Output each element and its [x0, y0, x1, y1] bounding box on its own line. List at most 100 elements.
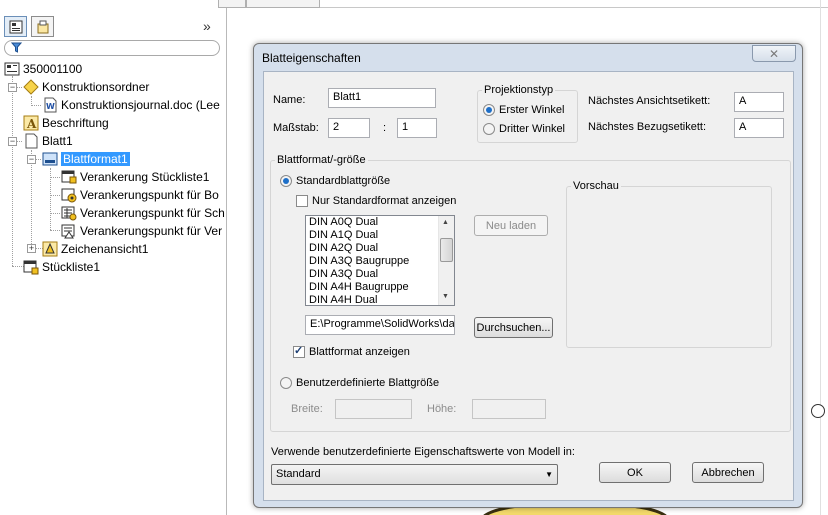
- filter-input[interactable]: [4, 40, 220, 56]
- property-manager-icon: [37, 20, 48, 33]
- name-input[interactable]: Blatt1: [328, 88, 436, 108]
- next-datum-input[interactable]: A: [734, 118, 784, 138]
- list-item[interactable]: DIN A3Q Dual: [306, 268, 454, 281]
- projection-group: [477, 90, 578, 143]
- filter-icon: [11, 42, 22, 53]
- standard-size-radio[interactable]: [280, 175, 292, 187]
- custom-props-dropdown[interactable]: Standard ▼: [271, 464, 558, 485]
- tree-item-label: Blatt1: [42, 133, 73, 148]
- tree-item-anchor[interactable]: Verankerung Stückliste1: [61, 168, 209, 185]
- tree-item-label: Stückliste1: [42, 259, 101, 274]
- list-item[interactable]: DIN A2Q Dual: [306, 242, 454, 255]
- expand-toggle[interactable]: +: [27, 244, 36, 253]
- anchor-icon: [61, 206, 77, 220]
- svg-text:A: A: [26, 117, 37, 131]
- tree-item-label: Verankerung Stückliste1: [80, 169, 210, 184]
- tree-item-anchor[interactable]: Verankerungspunkt für Ver: [61, 222, 222, 239]
- sheet-icon: [25, 133, 38, 148]
- list-item[interactable]: DIN A4H Baugruppe: [306, 281, 454, 294]
- scale-numerator-input[interactable]: 2: [328, 118, 370, 138]
- list-item[interactable]: DIN A0Q Dual: [306, 216, 454, 229]
- tree-item-label: Verankerungspunkt für Ver: [80, 223, 223, 238]
- annotation-icon: A: [23, 115, 39, 131]
- sketch-point-marker: [811, 404, 825, 418]
- scroll-down-icon[interactable]: ▼: [442, 293, 449, 300]
- reload-button[interactable]: Neu laden: [474, 215, 548, 236]
- first-angle-radio[interactable]: [483, 104, 495, 116]
- word-document-icon: W: [44, 97, 57, 112]
- name-label: Name:: [273, 94, 306, 106]
- tree-item-label: Konstruktionsordner: [42, 79, 150, 94]
- format-path-input[interactable]: E:\Programme\SolidWorks\da: [305, 315, 455, 335]
- scale-separator: :: [383, 122, 387, 134]
- scale-label: Maßstab:: [273, 122, 319, 134]
- tree-item-drawing[interactable]: 350001100: [4, 60, 82, 77]
- tree-item-label: Zeichenansicht1: [61, 241, 149, 256]
- only-standard-checkbox[interactable]: [296, 195, 308, 207]
- scale-denominator-input[interactable]: 1: [397, 118, 437, 138]
- feature-manager-panel: » − − − + 350001100 Konstruktionsordner …: [0, 0, 227, 515]
- tree-item-design-binder[interactable]: Konstruktionsordner: [23, 78, 149, 95]
- drawing-icon: [4, 62, 20, 75]
- sheet-border-line: [820, 0, 821, 515]
- height-label: Höhe:: [427, 403, 457, 415]
- tree-item-label: Verankerungspunkt für Bo: [80, 187, 219, 202]
- tree-item-sheet-format[interactable]: Blattformat1: [42, 150, 130, 167]
- third-angle-radio[interactable]: [483, 123, 495, 135]
- tree-item-bom[interactable]: Stückliste1: [23, 258, 100, 275]
- anchor-icon: [61, 188, 77, 202]
- tree-item-anchor[interactable]: Verankerungspunkt für Sch: [61, 204, 225, 221]
- width-label: Breite:: [291, 403, 323, 415]
- sheet-format-group-title: Blattformat/-größe: [275, 154, 368, 166]
- collapse-panel-button[interactable]: »: [203, 18, 211, 34]
- canvas-tab[interactable]: [218, 0, 246, 8]
- tree-item-label: 350001100: [23, 61, 83, 76]
- collapse-toggle[interactable]: −: [27, 155, 36, 164]
- next-view-input[interactable]: A: [734, 92, 784, 112]
- scroll-thumb[interactable]: [440, 238, 453, 262]
- collapse-toggle[interactable]: −: [8, 83, 17, 92]
- show-format-checkbox[interactable]: [293, 344, 305, 358]
- standard-size-label: Standardblattgröße: [296, 175, 391, 187]
- custom-size-radio[interactable]: [280, 377, 292, 389]
- svg-text:W: W: [46, 102, 55, 111]
- drawing-view-icon: [42, 241, 58, 256]
- list-item[interactable]: DIN A1Q Dual: [306, 229, 454, 242]
- tree-item-drawing-view[interactable]: Zeichenansicht1: [42, 240, 148, 257]
- anchor-icon: [61, 224, 75, 238]
- tree-item-label: Verankerungspunkt für Sch: [80, 205, 225, 220]
- tree-item-annotations[interactable]: A Beschriftung: [23, 114, 109, 131]
- bom-table-icon: [23, 260, 39, 274]
- cancel-button[interactable]: Abbrechen: [692, 462, 764, 483]
- tree-item-anchor[interactable]: Verankerungspunkt für Bo: [61, 186, 219, 203]
- property-manager-tab[interactable]: [31, 16, 54, 37]
- scroll-up-icon[interactable]: ▲: [442, 219, 449, 226]
- tree-item-sheet[interactable]: Blatt1: [23, 132, 73, 149]
- custom-props-label: Verwende benutzerdefinierte Eigenschafts…: [271, 446, 575, 458]
- tree-item-label: Blattformat1: [61, 151, 130, 166]
- format-listbox[interactable]: DIN A0Q Dual DIN A1Q Dual DIN A2Q Dual D…: [305, 215, 455, 306]
- list-item[interactable]: DIN A3Q Baugruppe: [306, 255, 454, 268]
- tree-item-label: Beschriftung: [42, 115, 109, 130]
- tree-item-label: Konstruktionsjournal.doc (Lee: [61, 97, 220, 112]
- listbox-scrollbar[interactable]: ▲ ▼: [438, 216, 454, 305]
- only-standard-label: Nur Standardformat anzeigen: [312, 195, 457, 207]
- list-item[interactable]: DIN A4H Dual: [306, 294, 454, 305]
- projection-group-title: Projektionstyp: [482, 84, 556, 96]
- custom-size-label: Benutzerdefinierte Blattgröße: [296, 377, 440, 389]
- dialog-title: Blatteigenschaften: [262, 51, 361, 65]
- chevron-down-icon: ▼: [545, 470, 553, 479]
- browse-button[interactable]: Durchsuchen...: [474, 317, 553, 338]
- feature-manager-icon: [9, 20, 22, 33]
- width-input[interactable]: [335, 399, 412, 419]
- tree-item-journal[interactable]: W Konstruktionsjournal.doc (Lee: [42, 96, 220, 113]
- show-format-label: Blattformat anzeigen: [309, 346, 410, 358]
- canvas-tab[interactable]: [246, 0, 320, 8]
- sheet-format-icon: [42, 152, 58, 165]
- feature-manager-tab[interactable]: [4, 16, 27, 37]
- ok-button[interactable]: OK: [599, 462, 671, 483]
- close-button[interactable]: ✕: [752, 45, 796, 62]
- height-input[interactable]: [472, 399, 546, 419]
- collapse-toggle[interactable]: −: [8, 137, 17, 146]
- close-icon: ✕: [768, 46, 780, 61]
